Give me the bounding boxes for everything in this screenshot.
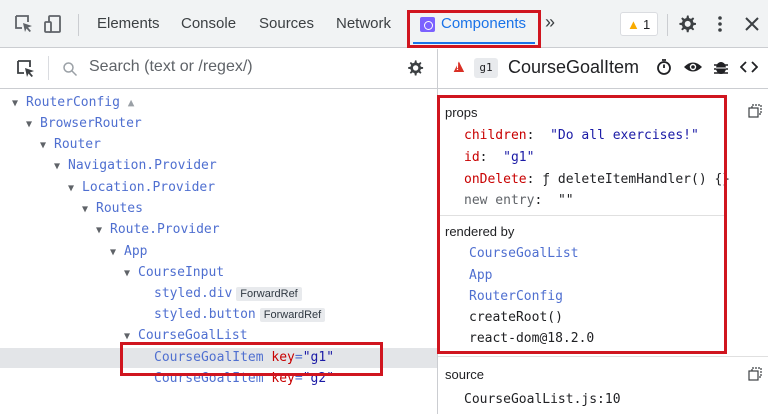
devtools-tabbar: Elements Console Sources Network Compone… [0,0,768,48]
toolbar-divider [78,14,79,36]
bug-icon[interactable] [713,58,729,76]
more-options-icon[interactable] [710,14,730,34]
tree-item[interactable]: ▼ Location.Provider [68,180,215,200]
close-icon[interactable] [742,14,762,34]
tab-network[interactable]: Network [336,15,391,32]
tree-item[interactable]: ▼ Router [40,137,101,157]
settings-gear-icon[interactable] [406,59,424,77]
tab-elements[interactable]: Elements [97,15,160,32]
tree-item[interactable]: styled.button ForwardRef [154,307,326,327]
tree-item[interactable]: ▼ CourseInput [124,265,224,285]
caret-down-icon[interactable]: ▼ [124,268,138,279]
react-components-icon [420,17,435,32]
tree-item[interactable]: ▼ Routes [82,201,143,221]
selected-item-highlight [120,342,383,376]
warnings-badge[interactable]: ▲ 1 [620,12,658,36]
tab-sources[interactable]: Sources [259,15,314,32]
tab-console[interactable]: Console [181,15,236,32]
more-tabs-button[interactable]: » [545,12,555,33]
hoc-badge: ForwardRef [259,308,326,322]
stopwatch-icon[interactable] [655,58,673,76]
search-input[interactable]: Search (text or /regex/) [89,58,253,76]
key-badge: g1 [474,58,498,78]
tree-item[interactable]: styled.div ForwardRef [154,286,302,306]
settings-gear-icon[interactable] [677,14,697,34]
caret-down-icon[interactable]: ▼ [26,119,40,130]
tree-item[interactable]: ▼ Navigation.Provider [54,158,217,178]
caret-down-icon[interactable]: ▼ [12,98,26,109]
view-source-icon[interactable] [740,59,758,75]
section-divider [438,356,768,357]
active-tab-underline [413,42,535,44]
toolbar-divider [667,14,668,36]
caret-down-icon[interactable]: ▼ [110,247,124,258]
source-label: source [445,367,485,382]
caret-down-icon[interactable]: ▼ [82,204,96,215]
error-icon-mark: ! [456,62,459,72]
tree-item[interactable]: ▼ Route.Provider [96,222,220,242]
search-divider [48,56,49,80]
component-search-bar: Search (text or /regex/) [0,49,437,89]
caret-down-icon[interactable]: ▼ [68,183,82,194]
warning-icon: ▲ [127,96,135,109]
caret-down-icon[interactable]: ▼ [40,140,54,151]
caret-down-icon[interactable]: ▼ [124,331,138,342]
hoc-badge: ForwardRef [236,287,302,301]
tree-item[interactable]: ▼ App [110,244,147,264]
caret-down-icon[interactable]: ▼ [96,225,110,236]
source-location[interactable]: CourseGoalList.js:10 [464,392,621,407]
eye-icon[interactable] [683,58,703,76]
tab-components[interactable]: Components [441,15,526,32]
device-toolbar-icon[interactable] [44,14,64,34]
warning-icon: ▲ [627,17,640,32]
tree-item[interactable]: ▼ RouterConfig ▲ [12,95,134,115]
select-component-icon[interactable] [16,59,36,79]
copy-source-icon[interactable] [748,367,762,381]
search-icon [63,62,78,77]
inspect-element-icon[interactable] [14,14,34,34]
component-title: CourseGoalItem [508,57,640,77]
caret-down-icon[interactable]: ▼ [54,161,68,172]
copy-props-icon[interactable] [748,104,762,118]
tree-item[interactable]: ▼ BrowserRouter [26,116,142,136]
props-panel-highlight [437,95,727,354]
